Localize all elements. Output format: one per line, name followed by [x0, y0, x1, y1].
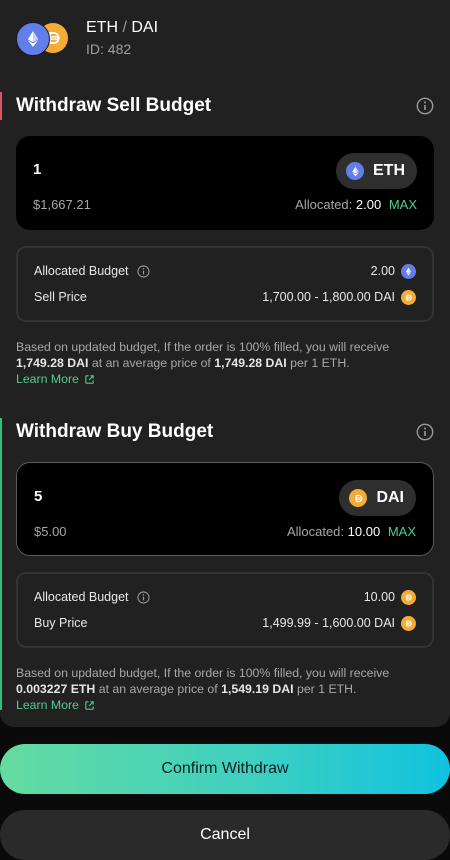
dai-icon	[401, 589, 416, 605]
buy-accent-bar	[0, 418, 2, 710]
sell-price-value: 1,700.00 - 1,800.00 DAI	[262, 290, 395, 304]
sell-note-amount: 1,749.28 DAI	[16, 356, 89, 370]
sell-allocated: Allocated: 2.00 MAX	[295, 197, 417, 212]
pair-icons	[16, 22, 70, 56]
sell-info-card: Allocated Budget 2.00 Sell Price 1,700.0…	[16, 246, 434, 322]
dai-icon	[401, 615, 416, 631]
sell-price-row: Sell Price 1,700.00 - 1,800.00 DAI	[34, 287, 416, 307]
buy-section-title: Withdraw Buy Budget	[16, 421, 214, 442]
buy-budget-label: Allocated Budget	[34, 590, 129, 604]
eth-icon	[346, 162, 364, 180]
buy-allocated-value: 10.00	[347, 524, 381, 539]
dai-icon	[349, 489, 368, 507]
buy-price-row: Buy Price 1,499.99 - 1,600.00 DAI	[34, 613, 416, 633]
eth-icon	[16, 22, 50, 56]
buy-amount-card[interactable]: 5 DAI $5.00 Allocated: 10.00 MAX	[16, 462, 434, 556]
budget-info-icon[interactable]	[137, 591, 150, 604]
sell-info-icon[interactable]	[416, 97, 434, 115]
buy-note-mid: at an average price of	[98, 682, 218, 696]
sell-note-post: per 1 ETH.	[290, 356, 350, 370]
buy-amount-input[interactable]: 5	[34, 488, 42, 505]
withdraw-panel: ETH / DAI ID: 482 Withdraw Sell Budget 1…	[0, 0, 450, 727]
buy-token-symbol: DAI	[376, 489, 404, 506]
buy-token-pill: DAI	[339, 480, 416, 516]
sell-price-label: Sell Price	[34, 290, 87, 304]
cancel-button[interactable]: Cancel	[0, 810, 450, 860]
sell-usd-value: $1,667.21	[33, 197, 91, 212]
buy-note-amount: 0.003227 ETH	[16, 682, 96, 696]
pair-title: ETH / DAI	[86, 19, 158, 37]
buy-note-post: per 1 ETH.	[297, 682, 357, 696]
buy-note-price: 1,549.19 DAI	[221, 682, 294, 696]
sell-budget-label: Allocated Budget	[34, 264, 129, 278]
buy-budget-value: 10.00	[363, 590, 395, 604]
sell-amount-card[interactable]: 1 ETH $1,667.21 Allocated: 2.00 MAX	[16, 136, 434, 230]
buy-allocated: Allocated: 10.00 MAX	[287, 524, 416, 539]
dai-icon	[401, 289, 416, 305]
buy-price-value: 1,499.99 - 1,600.00 DAI	[262, 616, 395, 630]
buy-price-label: Buy Price	[34, 616, 88, 630]
buy-note: Based on updated budget, If the order is…	[16, 665, 436, 713]
pair-quote: DAI	[131, 19, 159, 36]
pair-base: ETH	[86, 19, 118, 36]
sell-accent-bar	[0, 92, 2, 120]
external-link-icon	[84, 374, 95, 385]
sell-amount-input[interactable]: 1	[33, 161, 41, 178]
buy-learn-more-link[interactable]: Learn More	[16, 697, 95, 713]
sell-note-text: Based on updated budget, If the order is…	[16, 340, 390, 354]
confirm-withdraw-button[interactable]: Confirm Withdraw	[0, 744, 450, 794]
buy-info-card: Allocated Budget 10.00 Buy Price 1,499.9…	[16, 572, 434, 648]
sell-max-button[interactable]: MAX	[389, 197, 417, 212]
buy-usd-value: $5.00	[34, 524, 67, 539]
buy-allocated-label: Allocated:	[286, 524, 345, 539]
sell-allocated-value: 2.00	[355, 197, 382, 212]
sell-token-pill: ETH	[336, 153, 417, 189]
sell-section-title: Withdraw Sell Budget	[16, 95, 212, 116]
sell-note: Based on updated budget, If the order is…	[16, 339, 436, 387]
external-link-icon	[84, 700, 95, 711]
buy-note-text: Based on updated budget, If the order is…	[16, 666, 390, 680]
learn-more-label: Learn More	[16, 372, 79, 386]
sell-allocated-label: Allocated:	[295, 197, 353, 212]
sell-token-symbol: ETH	[373, 162, 405, 179]
pair-separator: /	[122, 19, 127, 36]
buy-budget-row: Allocated Budget 10.00	[34, 587, 416, 607]
budget-info-icon[interactable]	[137, 265, 150, 278]
order-id: ID: 482	[86, 41, 132, 57]
buy-info-icon[interactable]	[416, 423, 434, 441]
sell-note-price: 1,749.28 DAI	[214, 356, 287, 370]
sell-note-mid: at an average price of	[91, 356, 211, 370]
learn-more-label: Learn More	[16, 698, 79, 712]
sell-learn-more-link[interactable]: Learn More	[16, 371, 95, 387]
buy-max-button[interactable]: MAX	[388, 524, 416, 539]
sell-budget-value: 2.00	[370, 264, 395, 278]
eth-icon	[401, 263, 416, 279]
sell-budget-row: Allocated Budget 2.00	[34, 261, 416, 281]
